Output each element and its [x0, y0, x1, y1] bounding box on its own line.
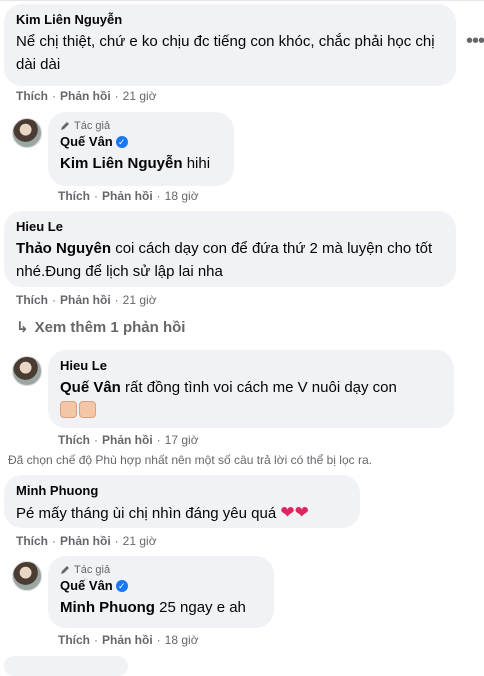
more-options-icon[interactable]: •••	[466, 30, 484, 53]
reply-button[interactable]: Phản hồi	[102, 433, 153, 447]
reply-arrow-icon: ↳	[16, 319, 29, 336]
like-button[interactable]: Thích	[58, 433, 90, 447]
filter-notice: Đã chọn chế độ Phù hợp nhất nên một số c…	[8, 453, 372, 467]
see-more-replies-link[interactable]: ↳ Xem thêm 1 phản hồi	[16, 318, 185, 336]
comment-actions: Thích · Phản hồi · 21 giờ	[16, 89, 157, 103]
comment-text: Thảo Nguyên coi cách dạy con để đứa thứ …	[16, 240, 433, 280]
comment-actions: Thích · Phản hồi · 18 giờ	[58, 633, 199, 647]
mention-link[interactable]: Thảo Nguyên	[16, 240, 111, 257]
top-divider	[0, 0, 484, 1]
comment-actions: Thích · Phản hồi · 21 giờ	[16, 293, 157, 307]
reply-button[interactable]: Phản hồi	[102, 633, 153, 647]
comment-actions: Thích · Phản hồi · 18 giờ	[58, 189, 199, 203]
comment-text: Kim Liên Nguyễn hihi	[60, 155, 211, 172]
avatar[interactable]	[12, 356, 42, 386]
mention-link[interactable]: Minh Phuong	[60, 599, 155, 616]
mention-link[interactable]: Kim Liên Nguyễn	[60, 155, 183, 172]
comment-author[interactable]: Kim Liên Nguyễn	[16, 11, 444, 28]
reply-button[interactable]: Phản hồi	[60, 293, 111, 307]
reply-button[interactable]: Phản hồi	[60, 534, 111, 548]
comment-bubble: Hieu Le Quế Vân rất đồng tình voi cách m…	[48, 350, 454, 428]
comment-author[interactable]: Minh Phuong	[16, 482, 348, 499]
pencil-icon	[61, 566, 69, 574]
verified-badge-icon: ✓	[115, 580, 128, 592]
comment-time[interactable]: 18 giờ	[165, 633, 199, 647]
reply-button[interactable]: Phản hồi	[102, 189, 153, 203]
thumbs-up-emoji-icon	[60, 401, 442, 419]
comment-time[interactable]: 21 giờ	[123, 293, 157, 307]
heart-emoji-icon: ❤❤	[280, 503, 309, 522]
comment-text: Pé mấy tháng ùi chị nhìn đáng yêu quá ❤❤	[16, 503, 309, 522]
avatar[interactable]	[12, 561, 42, 591]
comment-actions: Thích · Phản hồi · 17 giờ	[58, 433, 199, 447]
comment-time[interactable]: 21 giờ	[123, 89, 157, 103]
author-tag-label: Tác giả	[74, 120, 111, 132]
comment-bubble: Hieu Le Thảo Nguyên coi cách dạy con để …	[4, 211, 456, 287]
comment-author[interactable]: Quế Vân ✓	[60, 133, 222, 150]
comment-text: Minh Phuong 25 ngay e ah	[60, 599, 246, 616]
comment-author[interactable]: Quế Vân ✓	[60, 577, 262, 594]
comment-time[interactable]: 21 giờ	[123, 534, 157, 548]
avatar[interactable]	[12, 118, 42, 148]
comment-text: Nể chị thiệt, chứ e ko chịu đc tiếng con…	[16, 33, 435, 73]
comment-actions: Thích · Phản hồi · 21 giờ	[16, 534, 157, 548]
like-button[interactable]: Thích	[16, 89, 48, 103]
pencil-icon	[61, 122, 69, 130]
like-button[interactable]: Thích	[16, 293, 48, 307]
comment-author[interactable]: Hieu Le	[16, 218, 444, 235]
comment-bubble-partial	[4, 656, 128, 676]
reply-button[interactable]: Phản hồi	[60, 89, 111, 103]
verified-badge-icon: ✓	[115, 136, 128, 148]
author-tag: Tác giả	[60, 119, 222, 133]
like-button[interactable]: Thích	[16, 534, 48, 548]
like-button[interactable]: Thích	[58, 633, 90, 647]
author-tag-label: Tác giả	[74, 564, 111, 576]
comment-bubble: Tác giả Quế Vân ✓ Kim Liên Nguyễn hihi	[48, 112, 234, 186]
comment-bubble: Tác giả Quế Vân ✓ Minh Phuong 25 ngay e a…	[48, 556, 274, 628]
comment-author[interactable]: Hieu Le	[60, 357, 442, 374]
comment-bubble: Kim Liên Nguyễn Nể chị thiệt, chứ e ko c…	[4, 4, 456, 86]
like-button[interactable]: Thích	[58, 189, 90, 203]
comment-bubble: Minh Phuong Pé mấy tháng ùi chị nhìn đán…	[4, 475, 360, 528]
mention-link[interactable]: Quế Vân	[60, 379, 121, 396]
author-tag: Tác giả	[60, 563, 262, 577]
comment-text: Quế Vân rất đồng tình voi cách me V nuôi…	[60, 379, 397, 396]
comment-time[interactable]: 18 giờ	[165, 189, 199, 203]
comment-time[interactable]: 17 giờ	[165, 433, 199, 447]
